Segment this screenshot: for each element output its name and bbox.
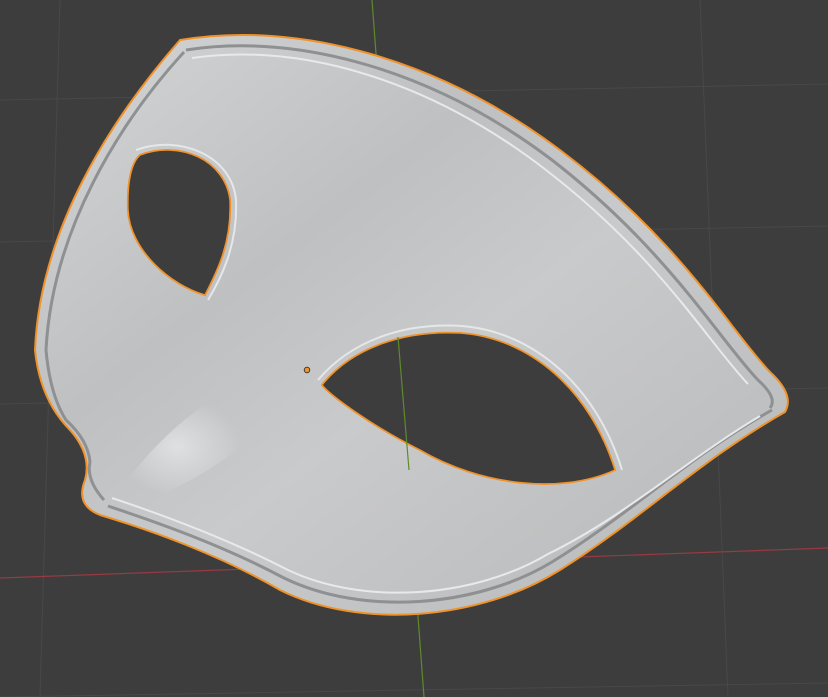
object-origin[interactable]	[303, 366, 311, 374]
mask-object[interactable]	[0, 0, 789, 616]
3d-viewport[interactable]	[0, 0, 828, 697]
mask-outer-outline	[33, 34, 789, 616]
viewport-canvas[interactable]	[0, 0, 828, 697]
